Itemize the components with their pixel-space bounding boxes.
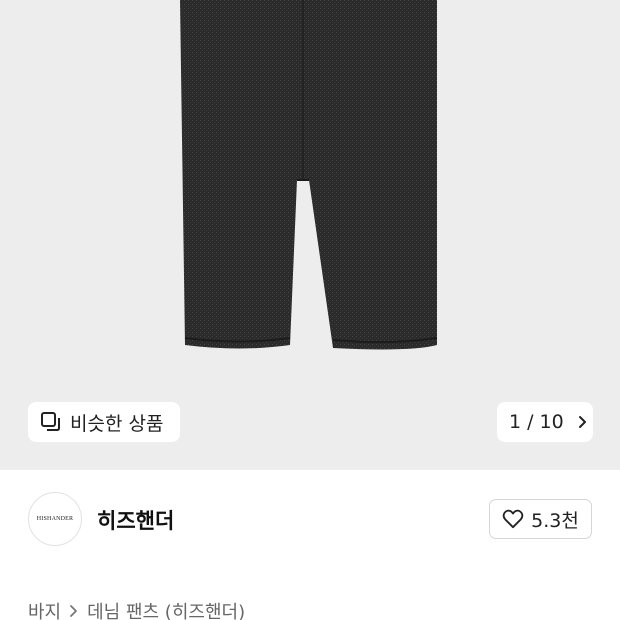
pager-separator: / (527, 411, 534, 433)
similar-items-label: 비슷한 상품 (70, 412, 164, 435)
brand-name[interactable]: 히즈핸더 (97, 505, 174, 535)
breadcrumb: 바지 데님 팬츠 (히즈핸더) (28, 598, 245, 620)
similar-items-button[interactable]: 비슷한 상품 (28, 402, 180, 442)
image-pager[interactable]: 1 / 10 (497, 402, 593, 442)
similar-items-icon (41, 412, 60, 431)
pager-total: 10 (539, 411, 564, 433)
brand-logo[interactable]: HISHANDER (28, 492, 82, 546)
pager-current: 1 (509, 411, 522, 433)
breadcrumb-item-subcategory[interactable]: 데님 팬츠 (히즈핸더) (87, 598, 245, 620)
chevron-right-icon (578, 416, 586, 428)
breadcrumb-item-category[interactable]: 바지 (28, 598, 61, 620)
brand-logo-text: HISHANDER (36, 516, 74, 522)
product-image (180, 0, 438, 350)
like-count: 5.3천 (531, 509, 579, 532)
product-image-area[interactable]: 비슷한 상품 1 / 10 (0, 0, 620, 470)
chevron-right-icon (70, 605, 78, 617)
brand-like-button[interactable]: 5.3천 (489, 499, 592, 539)
heart-icon (502, 509, 524, 529)
